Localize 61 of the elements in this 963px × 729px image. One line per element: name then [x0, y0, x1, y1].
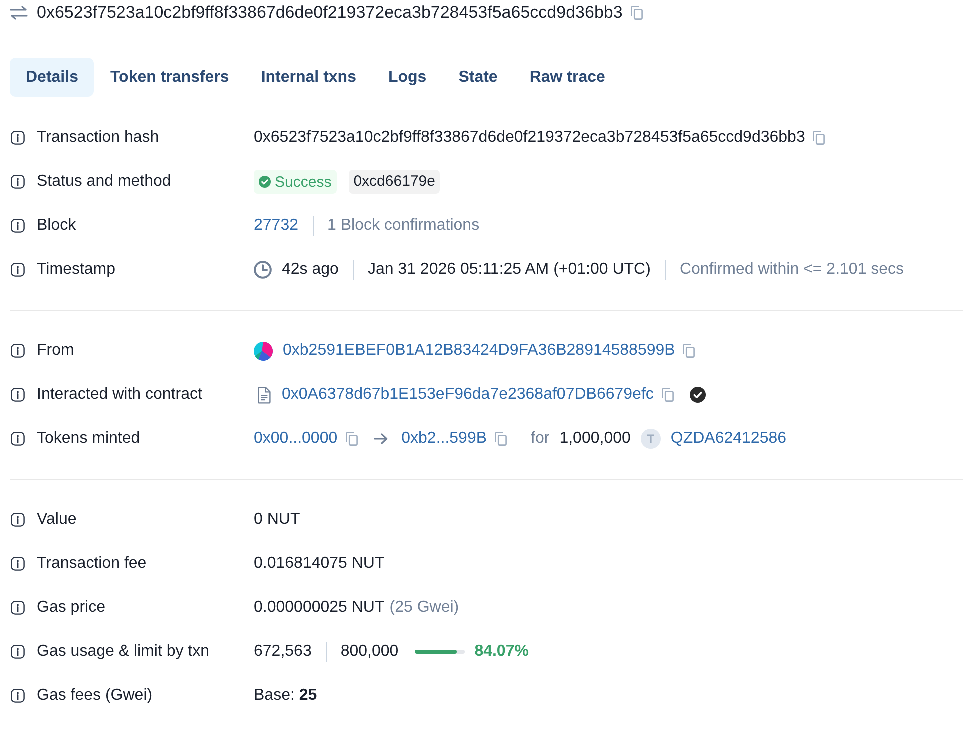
transaction-hash: 0x6523f7523a10c2bf9ff8f33867d6de0f219372eca3b728453f5a65ccd9d36bb3: [254, 129, 806, 147]
info-icon[interactable]: [11, 388, 25, 402]
contract-link[interactable]: 0x0A6378d67b1E153eF96da7e2368af07DB6679efc: [282, 386, 654, 404]
clock-icon: [254, 261, 272, 279]
field-label: Block: [37, 217, 76, 235]
info-icon[interactable]: [11, 219, 25, 233]
tab[interactable]: Token transfers: [94, 58, 246, 97]
field-label: Timestamp: [37, 261, 116, 279]
field-label: Status and method: [37, 173, 172, 191]
info-icon[interactable]: [11, 263, 25, 277]
info-icon[interactable]: [11, 432, 25, 446]
address-link[interactable]: 0x00...0000: [254, 430, 338, 448]
info-icon[interactable]: [11, 513, 25, 527]
age-text: 42s ago: [282, 261, 339, 279]
info-icon[interactable]: [11, 344, 25, 358]
swap-icon[interactable]: [10, 6, 28, 20]
method-id: 0xcd66179e: [348, 170, 440, 194]
confirmations-text: 1 Block confirmations: [328, 217, 480, 235]
field-label: Gas usage & limit by txn: [37, 643, 210, 661]
value-text: 0.000000025 NUT: [254, 599, 385, 617]
tab[interactable]: Raw trace: [514, 58, 622, 97]
status-text: Success: [275, 174, 332, 190]
avatar-icon: [254, 342, 273, 360]
info-icon[interactable]: [11, 557, 25, 571]
info-icon[interactable]: [11, 601, 25, 615]
transaction-title: 0x6523f7523a10c2bf9ff8f33867d6de0f219372eca3b728453f5a65ccd9d36bb3: [37, 3, 623, 23]
field-label: Transaction hash: [37, 129, 160, 147]
field-label: Gas price: [37, 599, 106, 617]
address-link[interactable]: 0xb2...599B: [402, 430, 488, 448]
usage-percent: 84.07%: [474, 643, 529, 661]
info-icon[interactable]: [11, 175, 25, 189]
field-label: Interacted with contract: [37, 386, 202, 404]
value-text: 0.016814075 NUT: [254, 555, 385, 573]
gas-limit-text: 800,000: [340, 643, 399, 661]
right-arrow-icon: [374, 433, 388, 445]
tab[interactable]: Internal txns: [245, 58, 372, 97]
gwei-note: (25 Gwei): [390, 599, 460, 617]
value-text: Base: 25: [254, 687, 318, 705]
field-label: Tokens minted: [37, 430, 140, 448]
document-icon: [258, 386, 271, 404]
for-text: for: [531, 430, 550, 448]
value-text: 0 NUT: [254, 511, 300, 529]
confirmation-time: Confirmed within <= 2.101 secs: [680, 261, 904, 279]
info-icon[interactable]: [11, 645, 25, 659]
tab[interactable]: State: [442, 58, 514, 97]
block-link[interactable]: 27732: [254, 217, 298, 235]
field-label: Transaction fee: [37, 555, 147, 573]
field-label: From: [37, 342, 74, 360]
info-icon[interactable]: [11, 689, 25, 703]
check-circle-icon: [259, 176, 271, 188]
token-link[interactable]: QZDA62412586: [670, 430, 787, 448]
info-icon[interactable]: [11, 131, 25, 145]
tab[interactable]: Logs: [372, 58, 443, 97]
tab[interactable]: Details: [10, 58, 94, 97]
address-link[interactable]: 0xb2591EBEF0B1A12B83424D9FA36B28914588599B: [283, 342, 676, 360]
field-label: Gas fees (Gwei): [37, 687, 153, 705]
timestamp-text: Jan 31 2026 05:11:25 AM (+01:00 UTC): [368, 261, 651, 279]
field-label: Value: [37, 511, 77, 529]
amount-text: 1,000,000: [560, 430, 631, 448]
gas-used-text: 672,563: [254, 643, 312, 661]
token-avatar: T: [640, 429, 661, 449]
